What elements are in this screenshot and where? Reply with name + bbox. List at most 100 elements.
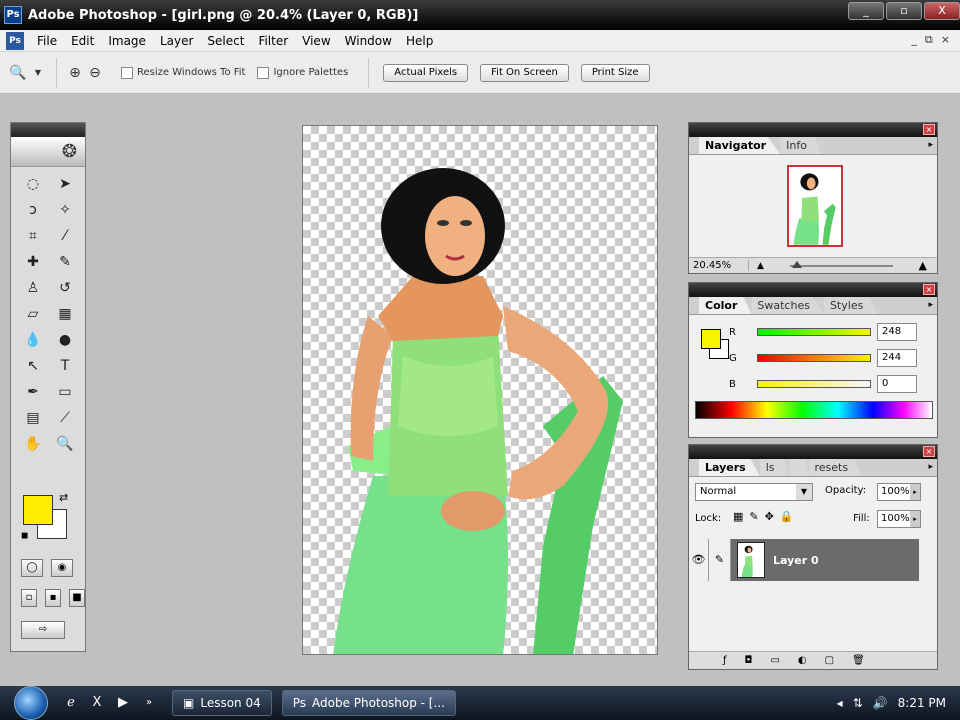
- color-palette-titlebar[interactable]: ×: [689, 283, 937, 297]
- start-button[interactable]: [14, 686, 48, 720]
- taskbar-item-photoshop[interactable]: Ps Adobe Photoshop - [...: [281, 690, 456, 716]
- ignore-palettes-checkbox[interactable]: [257, 66, 270, 79]
- layer-name[interactable]: Layer 0: [773, 554, 819, 567]
- quick-mask-icon[interactable]: ◉: [51, 559, 73, 577]
- color-foreground-swatch[interactable]: [701, 329, 721, 349]
- adobe-logo-icon[interactable]: ❂: [11, 137, 85, 167]
- slice-tool-icon[interactable]: ⁄: [53, 225, 77, 247]
- taskbar-item-lesson[interactable]: ▣ Lesson 04: [172, 690, 272, 716]
- minimize-button[interactable]: _: [848, 2, 884, 20]
- healing-brush-icon[interactable]: ✚: [21, 251, 45, 273]
- tab-paths[interactable]: [788, 459, 809, 476]
- tab-color[interactable]: Color: [699, 297, 752, 314]
- foreground-color-swatch[interactable]: [23, 495, 53, 525]
- blue-slider[interactable]: [757, 380, 871, 388]
- media-icon[interactable]: ▶: [113, 693, 133, 713]
- tab-channels[interactable]: ls: [759, 459, 789, 476]
- magic-wand-icon[interactable]: ✧: [53, 199, 77, 221]
- lasso-tool-icon[interactable]: ↄ: [21, 199, 45, 221]
- tab-tool-presets[interactable]: resets: [808, 459, 863, 476]
- close-button[interactable]: X: [924, 2, 960, 20]
- menu-file[interactable]: File: [30, 34, 64, 48]
- doc-close-button[interactable]: ×: [941, 33, 950, 47]
- eyedropper-icon[interactable]: ⟋: [53, 407, 77, 429]
- document-canvas[interactable]: [302, 125, 658, 655]
- slider-knob[interactable]: [791, 260, 802, 268]
- blur-tool-icon[interactable]: 💧: [21, 329, 45, 351]
- chevron-down-icon[interactable]: ▼: [28, 63, 48, 83]
- palette-menu-icon[interactable]: ▸: [928, 140, 933, 150]
- layer-row[interactable]: 👁 ✎ Layer 0: [689, 539, 919, 581]
- new-layer-icon[interactable]: ▢: [825, 655, 834, 666]
- screen-mode-standard-icon[interactable]: ▫: [21, 589, 37, 607]
- notes-tool-icon[interactable]: ▤: [21, 407, 45, 429]
- close-icon[interactable]: ×: [923, 124, 935, 135]
- chevron-right-icon[interactable]: ▸: [910, 484, 920, 500]
- jump-to-imageready-icon[interactable]: ⇨: [21, 621, 65, 639]
- palette-menu-icon[interactable]: ▸: [928, 462, 933, 472]
- maximize-button[interactable]: ▫: [886, 2, 922, 20]
- hand-tool-icon[interactable]: ✋: [21, 433, 45, 455]
- path-selection-icon[interactable]: ↖: [21, 355, 45, 377]
- menu-view[interactable]: View: [295, 34, 337, 48]
- eraser-tool-icon[interactable]: ▱: [21, 303, 45, 325]
- default-colors-icon[interactable]: ◼: [21, 531, 28, 541]
- move-tool-icon[interactable]: ➤: [53, 173, 77, 195]
- doc-minimize-button[interactable]: _: [911, 33, 917, 47]
- screen-mode-full-icon[interactable]: ■: [69, 589, 85, 607]
- layer-style-icon[interactable]: ƒ: [723, 655, 727, 666]
- menu-layer[interactable]: Layer: [153, 34, 200, 48]
- menu-filter[interactable]: Filter: [251, 34, 295, 48]
- zoom-in-mountain-icon[interactable]: ▲: [919, 259, 927, 272]
- toolbox-titlebar[interactable]: [11, 123, 85, 137]
- tab-layers[interactable]: Layers: [699, 459, 760, 476]
- menu-select[interactable]: Select: [200, 34, 251, 48]
- clone-stamp-icon[interactable]: ♙: [21, 277, 45, 299]
- navigator-zoom-slider[interactable]: [789, 260, 893, 268]
- layer-mask-icon[interactable]: ◘: [745, 655, 753, 666]
- tab-swatches[interactable]: Swatches: [751, 297, 824, 314]
- fit-on-screen-button[interactable]: Fit On Screen: [480, 63, 569, 82]
- actual-pixels-button[interactable]: Actual Pixels: [383, 63, 469, 82]
- standard-mode-icon[interactable]: ◯: [21, 559, 43, 577]
- lock-position-icon[interactable]: ✥: [765, 510, 774, 523]
- zoom-tool-icon[interactable]: 🔍: [8, 63, 28, 83]
- resize-windows-checkbox[interactable]: [121, 66, 133, 79]
- lock-image-icon[interactable]: ✎: [749, 510, 758, 523]
- color-ramp[interactable]: [695, 401, 933, 419]
- palette-menu-icon[interactable]: ▸: [928, 300, 933, 310]
- tray-arrow-icon[interactable]: ◂: [837, 696, 843, 710]
- swap-colors-icon[interactable]: ⇄: [59, 491, 68, 504]
- dodge-tool-icon[interactable]: ●: [53, 329, 77, 351]
- chevron-right-icon[interactable]: ▸: [910, 511, 920, 527]
- shape-tool-icon[interactable]: ▭: [53, 381, 77, 403]
- red-value-field[interactable]: 248: [877, 323, 917, 341]
- photoshop-app-icon[interactable]: Ps: [4, 6, 22, 24]
- zoom-out-mountain-icon[interactable]: ▲: [757, 261, 764, 271]
- pen-tool-icon[interactable]: ✒: [21, 381, 45, 403]
- navigator-palette-titlebar[interactable]: ×: [689, 123, 937, 137]
- layers-palette-titlebar[interactable]: ×: [689, 445, 937, 459]
- tab-navigator[interactable]: Navigator: [699, 137, 781, 154]
- lock-all-icon[interactable]: 🔒: [780, 510, 794, 523]
- navigator-thumbnail[interactable]: [787, 165, 843, 247]
- more-icon[interactable]: »: [139, 693, 159, 713]
- trash-icon[interactable]: 🗑: [852, 655, 865, 666]
- marquee-tool-icon[interactable]: ◌: [21, 173, 45, 195]
- brush-tool-icon[interactable]: ✎: [53, 251, 77, 273]
- print-size-button[interactable]: Print Size: [580, 63, 650, 82]
- new-group-icon[interactable]: ▭: [770, 655, 779, 666]
- zoom-tool-preset[interactable]: 🔍 ▼: [0, 57, 57, 88]
- blend-mode-select[interactable]: Normal ▼: [695, 483, 813, 501]
- volume-icon[interactable]: 🔊: [873, 696, 888, 710]
- opacity-field[interactable]: 100% ▸: [877, 483, 921, 501]
- adjustment-layer-icon[interactable]: ◐: [798, 655, 807, 666]
- zoom-out-icon[interactable]: ⊖: [85, 63, 105, 83]
- zoom-in-icon[interactable]: ⊕: [65, 63, 85, 83]
- document-icon[interactable]: Ps: [6, 31, 24, 50]
- tab-styles[interactable]: Styles: [823, 297, 878, 314]
- paintbrush-icon[interactable]: ✎: [709, 539, 731, 581]
- doc-restore-button[interactable]: ⧉: [925, 33, 933, 47]
- excel-icon[interactable]: X: [87, 693, 107, 713]
- menu-window[interactable]: Window: [338, 34, 399, 48]
